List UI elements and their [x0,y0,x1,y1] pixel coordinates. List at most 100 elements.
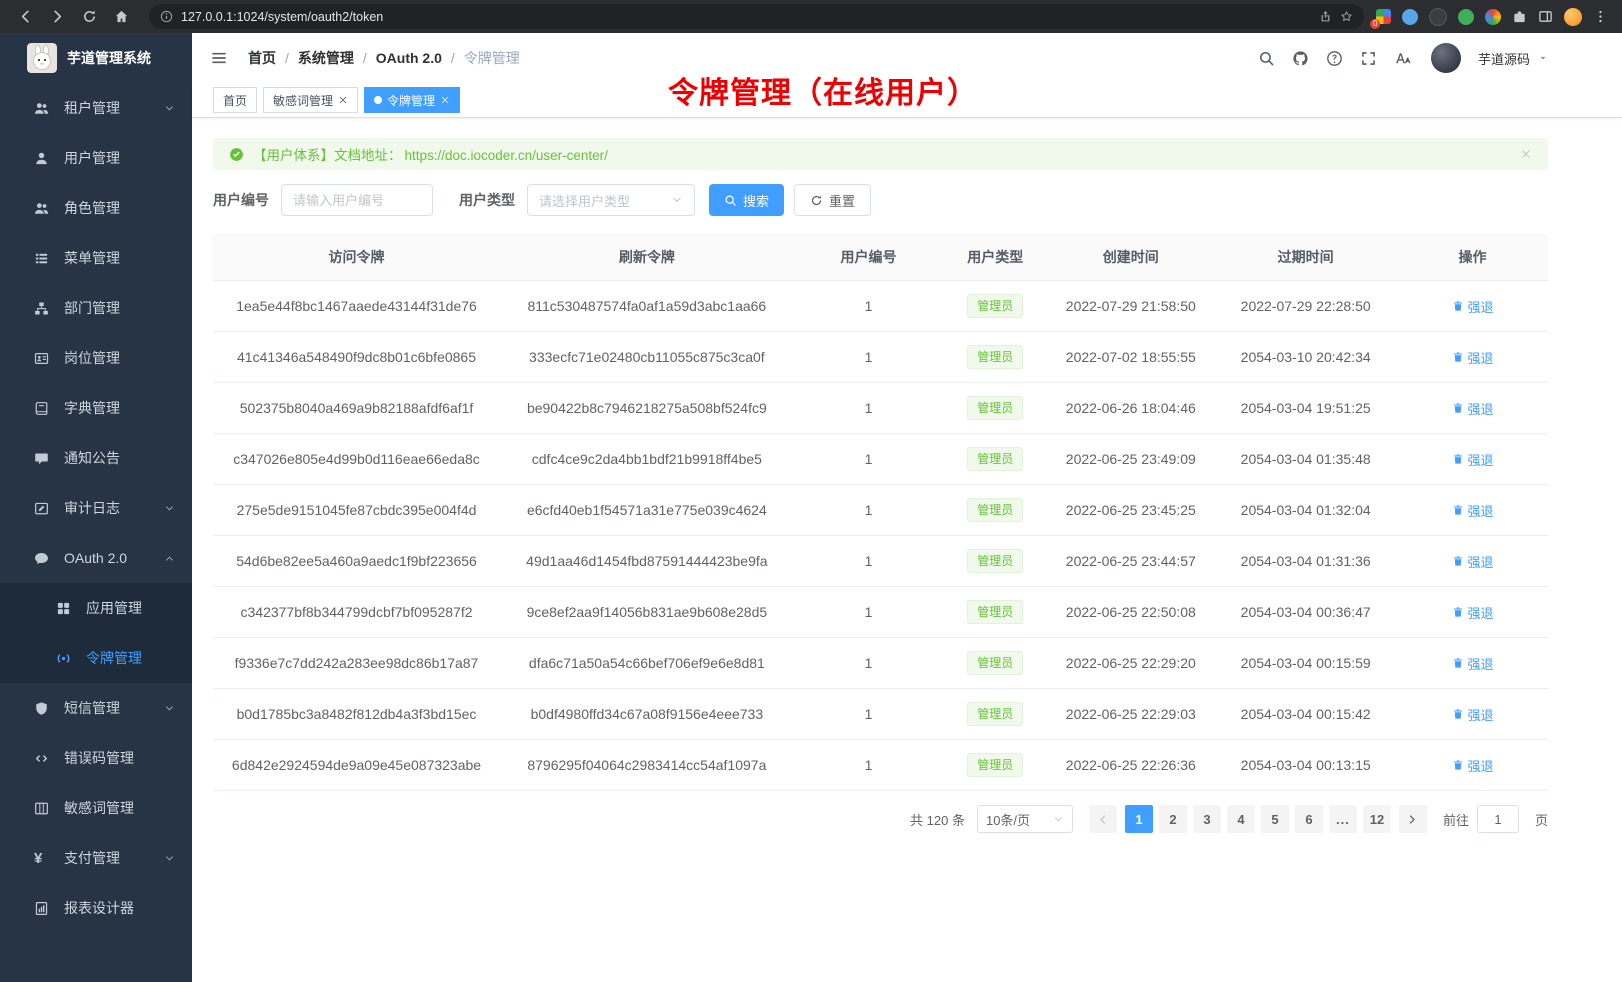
search-button[interactable]: 搜索 [709,184,784,216]
sidebar-item-role[interactable]: 角色管理 [0,183,192,233]
font-size-icon[interactable] [1394,50,1411,67]
annotation-overlay: 令牌管理（在线用户） [668,68,978,112]
force-logout-button[interactable]: 强退 [1452,705,1494,724]
delete-icon [1452,504,1464,516]
site-info-icon[interactable] [160,10,173,23]
doc-link[interactable]: https://doc.iocoder.cn/user-center/ [405,148,608,163]
force-logout-button[interactable]: 强退 [1452,654,1494,673]
tab-close-icon[interactable] [440,95,450,105]
cell: 2054-03-04 19:51:25 [1214,383,1397,434]
browser-home-button[interactable] [114,9,129,24]
tab-token[interactable]: 令牌管理 [364,87,460,113]
alert-close-icon[interactable] [1520,148,1532,160]
browser-reload-button[interactable] [82,9,97,24]
fullscreen-icon[interactable] [1360,50,1377,67]
github-icon[interactable] [1292,50,1309,67]
force-logout-button[interactable]: 强退 [1452,501,1494,520]
pager-page-12[interactable]: 12 [1363,805,1391,833]
help-icon[interactable] [1326,50,1343,67]
pager-page-6[interactable]: 6 [1295,805,1323,833]
user-type-select[interactable]: 请选择用户类型 [527,184,695,216]
pager-page-4[interactable]: 4 [1227,805,1255,833]
app-logo[interactable]: 芋道管理系统 [0,33,192,83]
delete-icon [1452,453,1464,465]
table-head-row: 访问令牌刷新令牌用户编号用户类型创建时间过期时间操作 [213,234,1548,281]
breadcrumb-item[interactable]: 系统管理 [298,48,354,68]
extension-green-icon[interactable] [1458,9,1474,25]
pager-page-5[interactable]: 5 [1261,805,1289,833]
tab-close-icon[interactable] [338,95,348,105]
user-id-input[interactable] [281,184,433,216]
cell: 管理员 [943,689,1047,740]
table-row: 6d842e2924594de9a09e45e087323abe8796295f… [213,740,1548,791]
sidebar-item-user[interactable]: 用户管理 [0,133,192,183]
browser-nav [18,9,129,24]
cell: c342377bf8b344799dcbf7bf095287f2 [213,587,500,638]
sidebar-item-dict[interactable]: 字典管理 [0,383,192,433]
browser-profile-avatar[interactable] [1564,8,1582,26]
sidebar-item-sensitive-word[interactable]: 敏感词管理 [0,783,192,833]
sidebar-item-label: 字典管理 [64,398,175,418]
sidebar-item-oauth2-token[interactable]: 令牌管理 [0,633,192,683]
sidebar-item-tenant[interactable]: 租户管理 [0,83,192,133]
prev-page-button[interactable] [1089,805,1117,833]
goto-page-input[interactable] [1477,805,1519,833]
bookmark-star-icon[interactable] [1340,10,1353,23]
sidebar-item-notice[interactable]: 通知公告 [0,433,192,483]
cell: 1 [794,740,944,791]
extension-blue-icon[interactable] [1402,9,1418,25]
sidebar-item-oauth2[interactable]: OAuth 2.0 [0,533,192,583]
sidebar-item-error-code[interactable]: 错误码管理 [0,733,192,783]
browser-url-bar[interactable]: 127.0.0.1:1024/system/oauth2/token [149,4,1364,29]
next-page-button[interactable] [1399,805,1427,833]
force-logout-button[interactable]: 强退 [1452,399,1494,418]
pager-page-3[interactable]: 3 [1193,805,1221,833]
sidebar-item-audit-log[interactable]: 审计日志 [0,483,192,533]
sidebar-item-dept[interactable]: 部门管理 [0,283,192,333]
page-size-select[interactable]: 10条/页 [977,805,1073,833]
browser-back-button[interactable] [18,9,33,24]
cell: be90422b8c7946218275a508bf524fc9 [500,383,794,434]
force-logout-button[interactable]: 强退 [1452,756,1494,775]
breadcrumb-item[interactable]: OAuth 2.0 [376,50,442,66]
sidebar-item-menu[interactable]: 菜单管理 [0,233,192,283]
browser-menu-icon[interactable] [1593,9,1608,24]
extension-grid-icon[interactable]: 0 [1376,9,1391,24]
force-logout-button[interactable]: 强退 [1452,297,1494,316]
side-panel-icon[interactable] [1538,9,1553,24]
header-search-icon[interactable] [1258,50,1275,67]
extension-dark-icon[interactable] [1429,8,1447,26]
sidebar-item-sms[interactable]: 短信管理 [0,683,192,733]
sidebar-item-post[interactable]: 岗位管理 [0,333,192,383]
force-logout-button[interactable]: 强退 [1452,450,1494,469]
breadcrumb-item[interactable]: 首页 [248,48,276,68]
force-logout-button[interactable]: 强退 [1452,348,1494,367]
pager-page-1[interactable]: 1 [1125,805,1153,833]
sidebar-toggle-icon[interactable] [210,49,228,67]
tab-home[interactable]: 首页 [213,87,257,113]
sidebar-item-report-designer[interactable]: 报表设计器 [0,883,192,933]
share-icon[interactable] [1319,10,1332,23]
sidebar-item-label: 审计日志 [64,498,164,518]
reset-button[interactable]: 重置 [794,184,871,216]
user-avatar[interactable] [1431,43,1461,73]
force-logout-button[interactable]: 强退 [1452,552,1494,571]
table-row: 275e5de9151045fe87cbdc395e004f4de6cfd40e… [213,485,1548,536]
cell: 275e5de9151045fe87cbdc395e004f4d [213,485,500,536]
cell: b0d1785bc3a8482f812db4a3f3bd15ec [213,689,500,740]
cell: 2022-07-29 22:28:50 [1214,281,1397,332]
force-logout-button[interactable]: 强退 [1452,603,1494,622]
cell: 2054-03-04 00:15:59 [1214,638,1397,689]
chevron-down-icon [164,503,175,514]
tree-icon [34,301,50,316]
browser-forward-button[interactable] [50,9,65,24]
pager-more[interactable]: ... [1329,805,1357,833]
tab-sensitive-word[interactable]: 敏感词管理 [263,87,358,113]
sidebar-item-pay[interactable]: ¥支付管理 [0,833,192,883]
pager-page-2[interactable]: 2 [1159,805,1187,833]
extensions-puzzle-icon[interactable] [1512,9,1527,24]
sidebar-item-oauth2-app[interactable]: 应用管理 [0,583,192,633]
extension-rainbow-icon[interactable] [1485,9,1501,25]
user-menu-caret-icon[interactable] [1538,53,1548,63]
user-name[interactable]: 芋道源码 [1478,49,1530,68]
